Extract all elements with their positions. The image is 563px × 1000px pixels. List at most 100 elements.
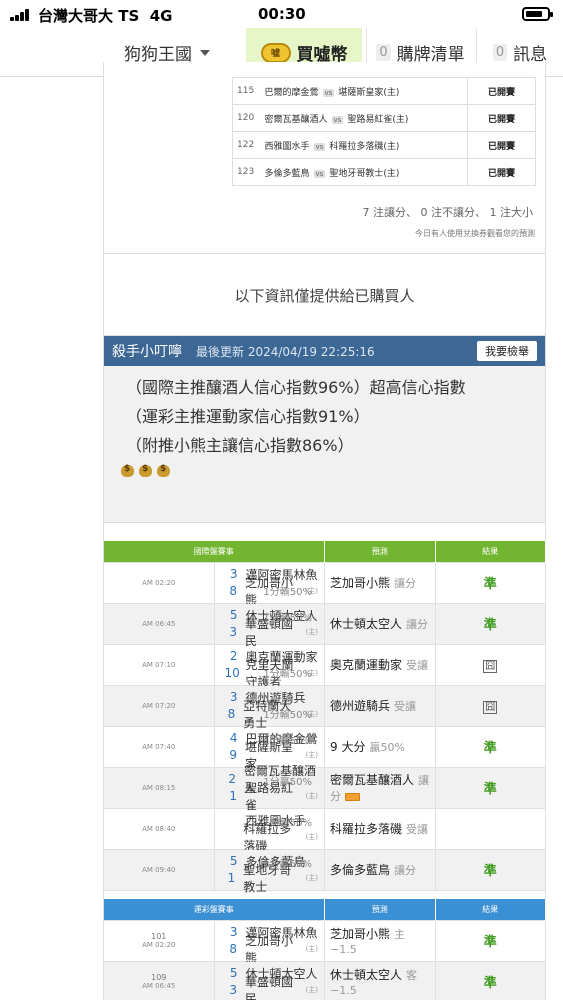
- handicap-line: 1分輸50%: [263, 817, 312, 829]
- battery-icon: [522, 7, 553, 21]
- tip-line: （運彩主推運動家信心指數91%）: [126, 407, 370, 426]
- vs-icon: vs: [331, 115, 344, 124]
- prediction-row: 109 AM 06:45 5 休士頓太空人 3 華盛頓國民 (主) 休士頓太空人客 −1.5 準: [103, 960, 546, 1000]
- home-score: 9: [229, 748, 237, 762]
- game-number: 109: [151, 973, 167, 982]
- prediction-row: AM 07:10 2 奧克蘭運動家 10 克里夫蘭守護者 (主) 1分輸50% 奧克蘭運動家受…: [103, 643, 546, 689]
- intl-result-header: 結果: [435, 541, 546, 562]
- result-cell: 準: [434, 725, 546, 768]
- home-score: 1: [229, 789, 237, 803]
- game-row: 120 密爾瓦基釀酒人 vs 聖路易紅雀(主) 已開賽: [232, 104, 536, 132]
- home-score: 1: [227, 871, 236, 885]
- away-score: 5: [229, 854, 238, 868]
- handicap-line: 1分輸50%: [263, 709, 312, 721]
- tip-line: （附推小熊主讓信心指數86%）: [126, 436, 354, 455]
- status-bar: 台灣大哥大 TS 4G 00:30: [0, 0, 563, 28]
- result-mark: 準: [483, 741, 497, 756]
- handicap-line: 1分贏50%: [263, 735, 312, 747]
- prediction-row: AM 06:45 5 休士頓太空人 1分輸50% 3 華盛頓國民 (主) 休士頓太空人 讓分準: [103, 602, 546, 648]
- game-time: AM 07:40: [103, 725, 215, 768]
- matchup: 3 邁阿密馬林魚 8 芝加哥小熊 (主) 1分輸50%: [213, 561, 325, 607]
- home-score: 10: [224, 666, 240, 680]
- prediction-summary-card: 115 巴爾的摩金鶯 vs 堪薩斯皇家(主) 已開賽 120 密爾瓦基釀酒人 vs 聖路易紅雀(…: [103, 62, 546, 254]
- home-mark: (主): [305, 628, 318, 636]
- predicted-pick: 多倫多藍鳥: [330, 863, 391, 877]
- home-score: 3: [229, 983, 237, 997]
- game-number: 122: [232, 131, 261, 159]
- purchase-count-badge: 0: [376, 44, 391, 61]
- away-team: 西雅圖水手: [264, 141, 310, 152]
- message-count-badge: 0: [492, 44, 508, 61]
- prediction: 芝加哥小熊 讓分: [324, 561, 436, 604]
- predicted-pick: 芝加哥小熊: [330, 576, 391, 590]
- result-cell: 準: [434, 561, 546, 604]
- sport-game-header: 運彩盤賽事: [103, 899, 325, 920]
- away-team: 多倫多藍鳥: [264, 168, 310, 179]
- home-team: 華盛頓國民: [244, 975, 293, 1000]
- matchup: 2 密爾瓦基釀酒人 1分贏50% 1 聖路易紅雀 (主): [213, 764, 325, 812]
- prediction-row: 101 AM 02:20 3 邁阿密馬林魚 8 芝加哥小熊 (主) 芝加哥小熊主 −1.5 準: [103, 919, 546, 965]
- game-time: 109 AM 06:45: [103, 960, 215, 1000]
- money-bag-icon: [138, 460, 153, 477]
- predicted-pick: 密爾瓦基釀酒人: [330, 773, 415, 787]
- result-mark: 準: [483, 864, 497, 879]
- matchup: 巴爾的摩金鶯 vs 堪薩斯皇家(主): [260, 77, 468, 105]
- away-score: 2: [229, 649, 238, 663]
- money-bag-icon: [156, 460, 171, 477]
- matchup: 5 休士頓太空人 1分輸50% 3 華盛頓國民 (主): [213, 602, 325, 648]
- pick-type: 受讓: [406, 823, 429, 836]
- vs-icon: vs: [322, 88, 335, 97]
- prediction-row: AM 07:40 4 巴爾的摩金鶯 1分贏50% 9 堪薩斯皇家 (主) 9 大分 贏50% 準: [103, 725, 546, 771]
- predicted-pick: 芝加哥小熊: [330, 927, 391, 941]
- sport-predictions-table: 運彩盤賽事 預測 結果 101 AM 02:20 3 邁阿密馬林魚 8 芝加哥小熊 (主) 芝…: [103, 899, 546, 1000]
- intl-game-header: 國際盤賽事: [103, 541, 325, 562]
- bet-summary: 7 注讓分、 0 注不讓分、 1 注大小: [362, 206, 533, 219]
- prediction: 科羅拉多落磯 受讓: [324, 807, 436, 850]
- home-mark: (主): [305, 945, 318, 953]
- home-team: 科羅拉多落磯(主): [329, 141, 400, 152]
- sport-pred-header: 預測: [324, 899, 436, 920]
- signal-icon: [10, 9, 34, 21]
- game-time: AM 09:40: [103, 848, 215, 891]
- tip-author: 殺手小叮嚀: [112, 344, 182, 360]
- sport-result-header: 結果: [435, 899, 546, 920]
- matchup: 3 邁阿密馬林魚 8 芝加哥小熊 (主): [213, 919, 325, 965]
- result-cell: 囧: [434, 684, 546, 727]
- coin-icon: 噓: [260, 42, 291, 63]
- vs-icon: vs: [313, 142, 326, 151]
- voucher-note: 今日有人使用兌換券觀看您的預測: [415, 229, 535, 238]
- predicted-pick: 奧克蘭運動家: [330, 658, 403, 672]
- result-cell: 準: [434, 602, 546, 645]
- money-bags: [120, 460, 174, 481]
- result-cell: 囧: [434, 643, 546, 686]
- home-team: 堪薩斯皇家(主): [338, 87, 400, 98]
- game-time: AM 08:15: [103, 766, 215, 809]
- tip-card: 殺手小叮嚀 最後更新 2024/04/19 22:25:16 我要檢舉 （國際主…: [103, 335, 546, 523]
- tip-header: 殺手小叮嚀 最後更新 2024/04/19 22:25:16 我要檢舉: [104, 336, 545, 366]
- game-time: AM 06:45: [103, 602, 215, 645]
- result-cell: 準: [434, 960, 546, 1000]
- result-mark: 囧: [483, 700, 498, 714]
- home-mark: (主): [305, 833, 318, 841]
- game-time: AM 07:20: [103, 684, 215, 727]
- result-mark: 準: [483, 782, 497, 797]
- pick-type: 讓分: [394, 864, 417, 877]
- home-mark: (主): [305, 792, 318, 800]
- report-button[interactable]: 我要檢舉: [477, 341, 537, 361]
- pick-type: 讓分: [394, 577, 417, 590]
- handicap-line: 1分輸50%: [263, 668, 312, 680]
- handicap-line: 1分贏50%: [263, 776, 312, 788]
- result-mark: 準: [483, 935, 497, 950]
- home-mark: (主): [305, 874, 318, 882]
- caret-down-icon: [200, 49, 210, 56]
- away-score: 4: [229, 731, 238, 745]
- prediction: 休士頓太空人客 −1.5: [324, 960, 436, 1000]
- money-bag-icon: [120, 460, 135, 477]
- game-time: 101 AM 02:20: [103, 919, 215, 962]
- matchup: 多倫多藍鳥 vs 聖地牙哥教士(主): [260, 158, 468, 186]
- game-number: 101: [151, 932, 167, 941]
- prediction-row: AM 08:15 2 密爾瓦基釀酒人 1分贏50% 1 聖路易紅雀 (主) 密爾瓦基釀酒人 讓分…: [103, 764, 546, 812]
- result-mark: 準: [483, 618, 497, 633]
- away-score: 5: [229, 966, 238, 980]
- game-number: 115: [232, 77, 261, 105]
